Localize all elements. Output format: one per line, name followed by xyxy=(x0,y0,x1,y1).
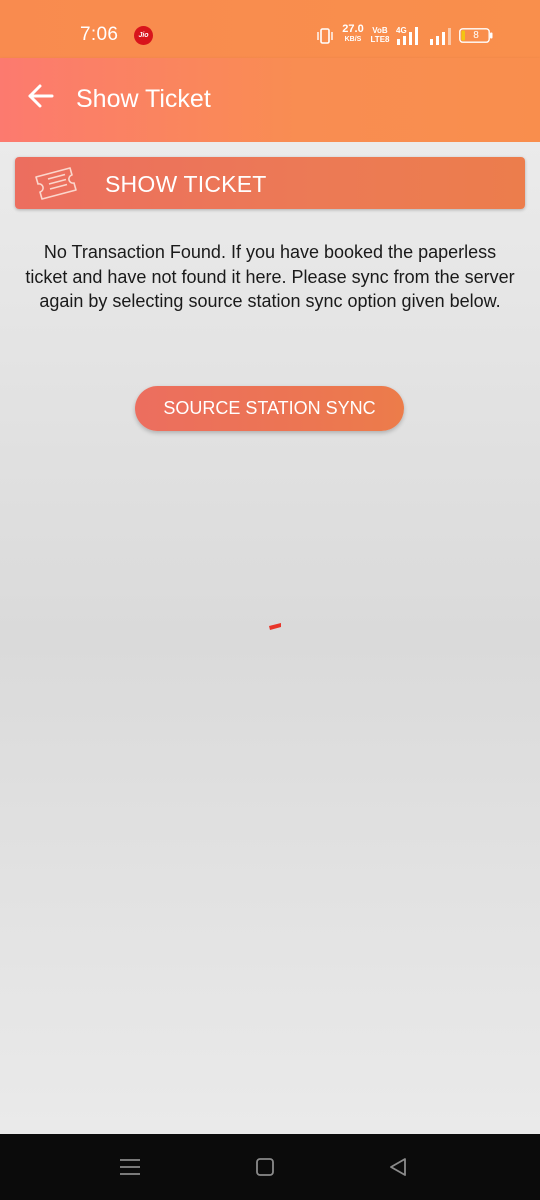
status-bar: 7:06 Jio 27.0 KB/S VoB LTE8 4G 8 xyxy=(0,0,540,58)
signal-strength-2-icon xyxy=(430,28,451,45)
signal-strength-icon: 4G xyxy=(396,26,418,45)
network-speed-value: 27.0 xyxy=(342,23,364,35)
menu-icon[interactable] xyxy=(119,1157,141,1177)
no-transaction-message: No Transaction Found. If you have booked… xyxy=(25,242,515,311)
back-triangle-icon[interactable] xyxy=(387,1156,409,1178)
page-title: Show Ticket xyxy=(76,85,211,113)
app-bar: Show Ticket xyxy=(0,58,540,142)
volte-bottom: LTE8 xyxy=(370,35,390,44)
volte-top: VoB xyxy=(372,26,388,35)
battery-level: 8 xyxy=(473,30,479,41)
carrier-badge: Jio xyxy=(134,26,153,45)
back-arrow-icon[interactable] xyxy=(22,76,62,116)
volte-indicator: VoB LTE8 xyxy=(370,26,390,44)
network-speed: 27.0 KB/S xyxy=(340,24,366,44)
status-time: 7:06 xyxy=(80,24,119,45)
ticket-icon xyxy=(35,167,77,200)
main-content: SHOW TICKET No Transaction Found. If you… xyxy=(0,142,540,1134)
home-square-icon[interactable] xyxy=(255,1157,275,1177)
section-title: SHOW TICKET xyxy=(105,171,267,197)
show-ticket-header: SHOW TICKET xyxy=(15,157,525,209)
network-type-label: 4G xyxy=(396,26,407,35)
network-speed-unit: KB/S xyxy=(344,36,362,43)
loading-spinner-icon xyxy=(269,623,281,630)
source-station-sync-button[interactable]: SOURCE STATION SYNC xyxy=(135,386,404,431)
vibrate-icon xyxy=(317,28,333,44)
navigation-bar xyxy=(0,1134,540,1200)
